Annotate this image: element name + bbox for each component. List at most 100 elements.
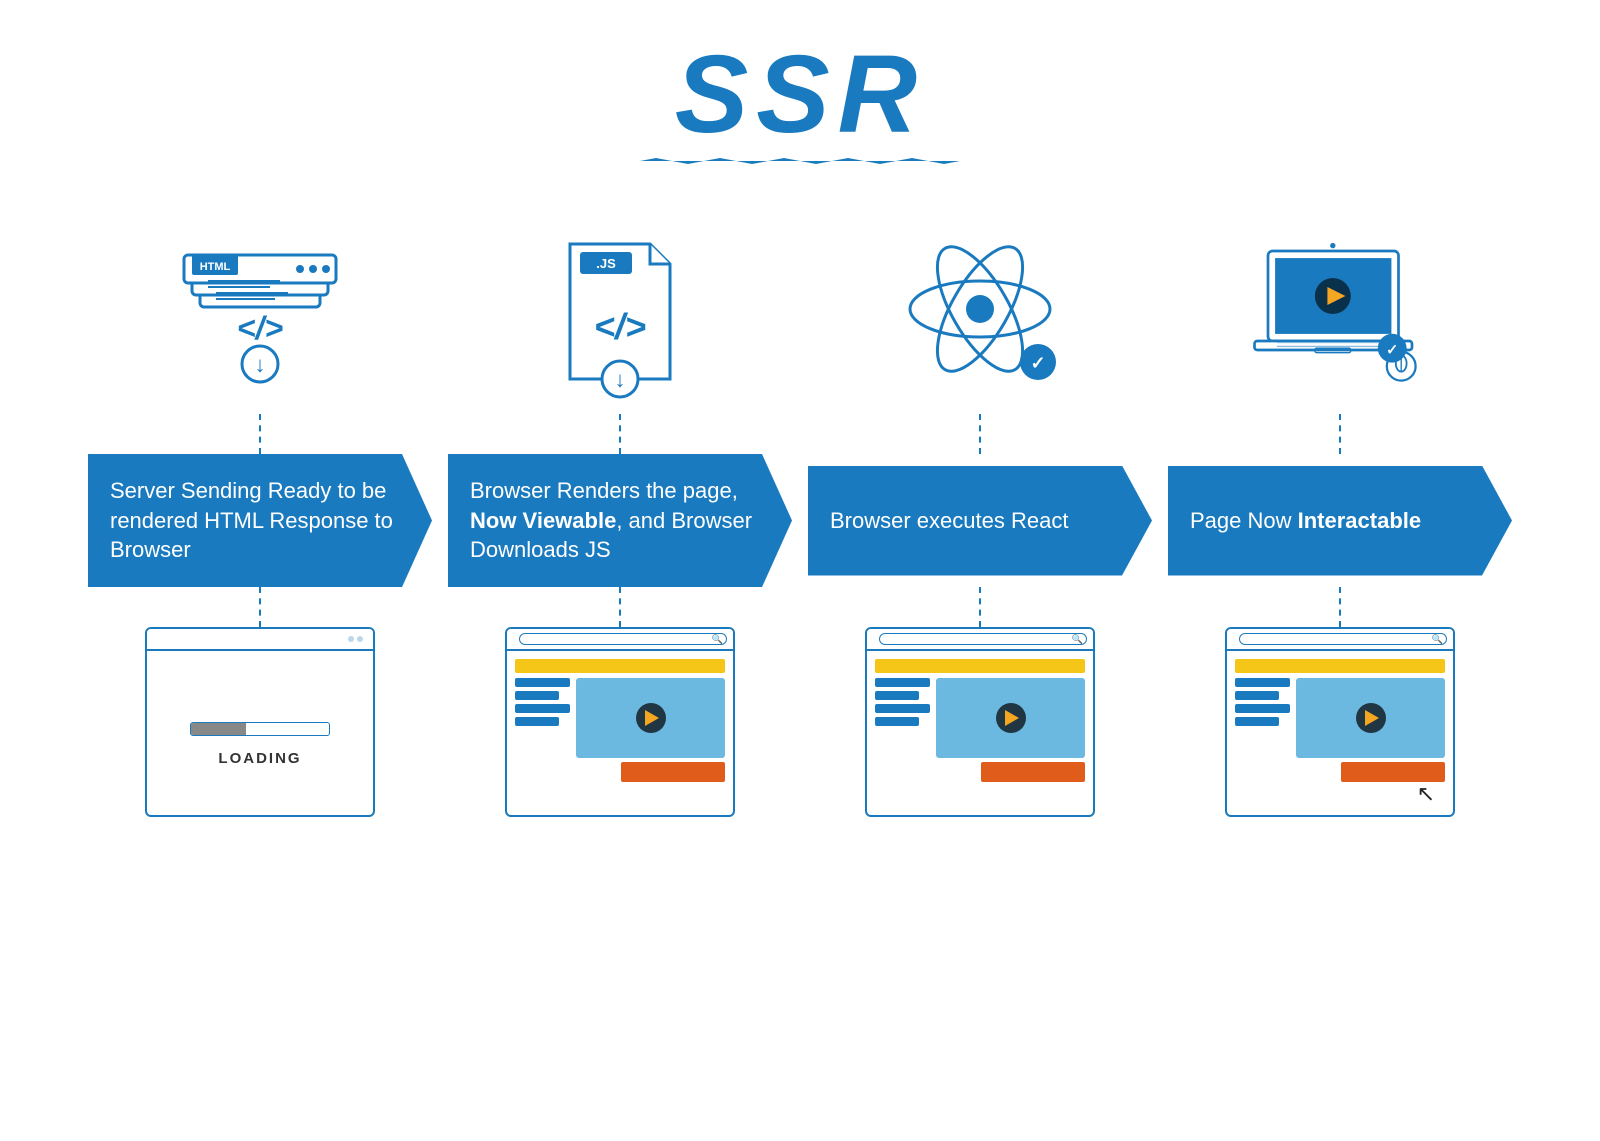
- line-3c: [1235, 704, 1290, 713]
- page: SSR HTML </>: [0, 0, 1600, 1141]
- loading-screen-mockup: LOADING: [145, 627, 375, 817]
- orange-block-1: [621, 762, 725, 782]
- line-1b: [515, 691, 559, 700]
- line-1a: [515, 678, 570, 687]
- content-right-2: [936, 678, 1085, 807]
- loading-bar-fill: [191, 723, 246, 735]
- arrow-wrapper-3: Browser executes React: [800, 454, 1160, 587]
- bottom-vertical-line-4: [1339, 587, 1341, 627]
- interactive-body: ↖: [1227, 651, 1453, 815]
- content-left-1: [515, 678, 570, 807]
- icons-row: HTML </> ↓: [60, 224, 1540, 404]
- line-1d: [515, 717, 559, 726]
- vertical-line-1: [259, 414, 261, 454]
- arrow-box-3: Browser executes React: [808, 466, 1152, 576]
- arrow-box-2: Browser Renders the page, Now Viewable, …: [448, 454, 792, 587]
- bottom-connector-2: [440, 587, 800, 627]
- content-right-3: ↖: [1296, 678, 1445, 807]
- react-body: [867, 651, 1093, 815]
- arrow-box-1: Server Sending Ready to be rendered HTML…: [88, 454, 432, 587]
- vertical-line-4: [1339, 414, 1341, 454]
- line-3a: [1235, 678, 1290, 687]
- content-right-1: [576, 678, 725, 807]
- loading-inner: LOADING: [147, 651, 373, 817]
- connector-1: [80, 414, 440, 454]
- play-btn-3: [1356, 703, 1386, 733]
- screen-cell-loading: LOADING: [80, 627, 440, 817]
- play-btn-2: [996, 703, 1026, 733]
- icon-cell-laptop: ✓: [1160, 224, 1520, 404]
- play-triangle-1: [645, 710, 659, 726]
- search-icon-1: 🔍: [712, 634, 723, 645]
- vertical-line-3: [979, 414, 981, 454]
- viewable-screen-mockup: 🔍: [505, 627, 735, 817]
- flow-container: HTML </> ↓: [60, 224, 1540, 817]
- arrow-box-4: Page Now Interactable: [1168, 466, 1512, 576]
- play-triangle-2: [1005, 710, 1019, 726]
- svg-text:</>: </>: [594, 306, 646, 347]
- video-thumb-1: [576, 678, 725, 758]
- svg-text:HTML: HTML: [200, 261, 231, 273]
- title-underline: [640, 158, 960, 164]
- bottom-connector-4: [1160, 587, 1520, 627]
- viewable-titlebar: 🔍: [507, 629, 733, 651]
- arrow-text-2: Browser Renders the page, Now Viewable, …: [470, 476, 764, 565]
- interactive-titlebar: 🔍: [1227, 629, 1453, 651]
- yellow-bar-3: [1235, 659, 1445, 673]
- screen-cell-viewable: 🔍: [440, 627, 800, 817]
- title-section: SSR: [640, 40, 960, 164]
- video-thumb-3: [1296, 678, 1445, 758]
- svg-text:.JS: .JS: [596, 256, 616, 271]
- line-1c: [515, 704, 570, 713]
- laptop-video-icon: ✓: [1250, 224, 1430, 404]
- loading-titlebar: [147, 629, 373, 651]
- loading-dots: [348, 636, 367, 642]
- search-icon-2: 🔍: [1072, 634, 1083, 645]
- icon-cell-html: HTML </> ↓: [80, 224, 440, 404]
- arrow-wrapper-1: Server Sending Ready to be rendered HTML…: [80, 454, 440, 587]
- vertical-line-2: [619, 414, 621, 454]
- svg-text:↓: ↓: [255, 352, 266, 377]
- interactive-search-bar: 🔍: [1239, 633, 1447, 645]
- react-titlebar: 🔍: [867, 629, 1093, 651]
- loading-bar-container: [190, 722, 330, 736]
- icon-cell-react: ✓: [800, 224, 1160, 404]
- page-title: SSR: [640, 40, 960, 150]
- content-main-1: [515, 678, 725, 807]
- arrow-text-1: Server Sending Ready to be rendered HTML…: [110, 476, 404, 565]
- orange-block-2: [981, 762, 1085, 782]
- line-3d: [1235, 717, 1279, 726]
- svg-text:✓: ✓: [1386, 343, 1398, 359]
- bottom-connector-1: [80, 587, 440, 627]
- top-connectors-row: [60, 414, 1540, 454]
- content-left-2: [875, 678, 930, 807]
- play-triangle-3: [1365, 710, 1379, 726]
- bottom-vertical-line-3: [979, 587, 981, 627]
- line-3b: [1235, 691, 1279, 700]
- screen-cell-react: 🔍: [800, 627, 1160, 817]
- bottom-connector-3: [800, 587, 1160, 627]
- svg-text:↓: ↓: [615, 367, 626, 392]
- viewable-search-bar: 🔍: [519, 633, 727, 645]
- content-main-3: ↖: [1235, 678, 1445, 807]
- search-icon-3: 🔍: [1432, 634, 1443, 645]
- bottom-vertical-line-1: [259, 587, 261, 627]
- cursor-icon: ↖: [1417, 781, 1435, 807]
- arrows-row: Server Sending Ready to be rendered HTML…: [60, 454, 1540, 587]
- bottom-vertical-line-2: [619, 587, 621, 627]
- screens-row: LOADING 🔍: [60, 627, 1540, 817]
- screen-cell-interactive: 🔍: [1160, 627, 1520, 817]
- loading-dot-2: [357, 636, 363, 642]
- connector-4: [1160, 414, 1520, 454]
- arrow-text-4: Page Now Interactable: [1190, 506, 1421, 536]
- line-2d: [875, 717, 919, 726]
- arrow-wrapper-4: Page Now Interactable: [1160, 454, 1520, 587]
- loading-label: LOADING: [218, 750, 301, 767]
- icon-cell-js: .JS </> ↓: [440, 224, 800, 404]
- yellow-bar-2: [875, 659, 1085, 673]
- react-screen-mockup: 🔍: [865, 627, 1095, 817]
- line-2a: [875, 678, 930, 687]
- svg-text:✓: ✓: [1030, 353, 1045, 373]
- react-search-bar: 🔍: [879, 633, 1087, 645]
- content-left-3: [1235, 678, 1290, 807]
